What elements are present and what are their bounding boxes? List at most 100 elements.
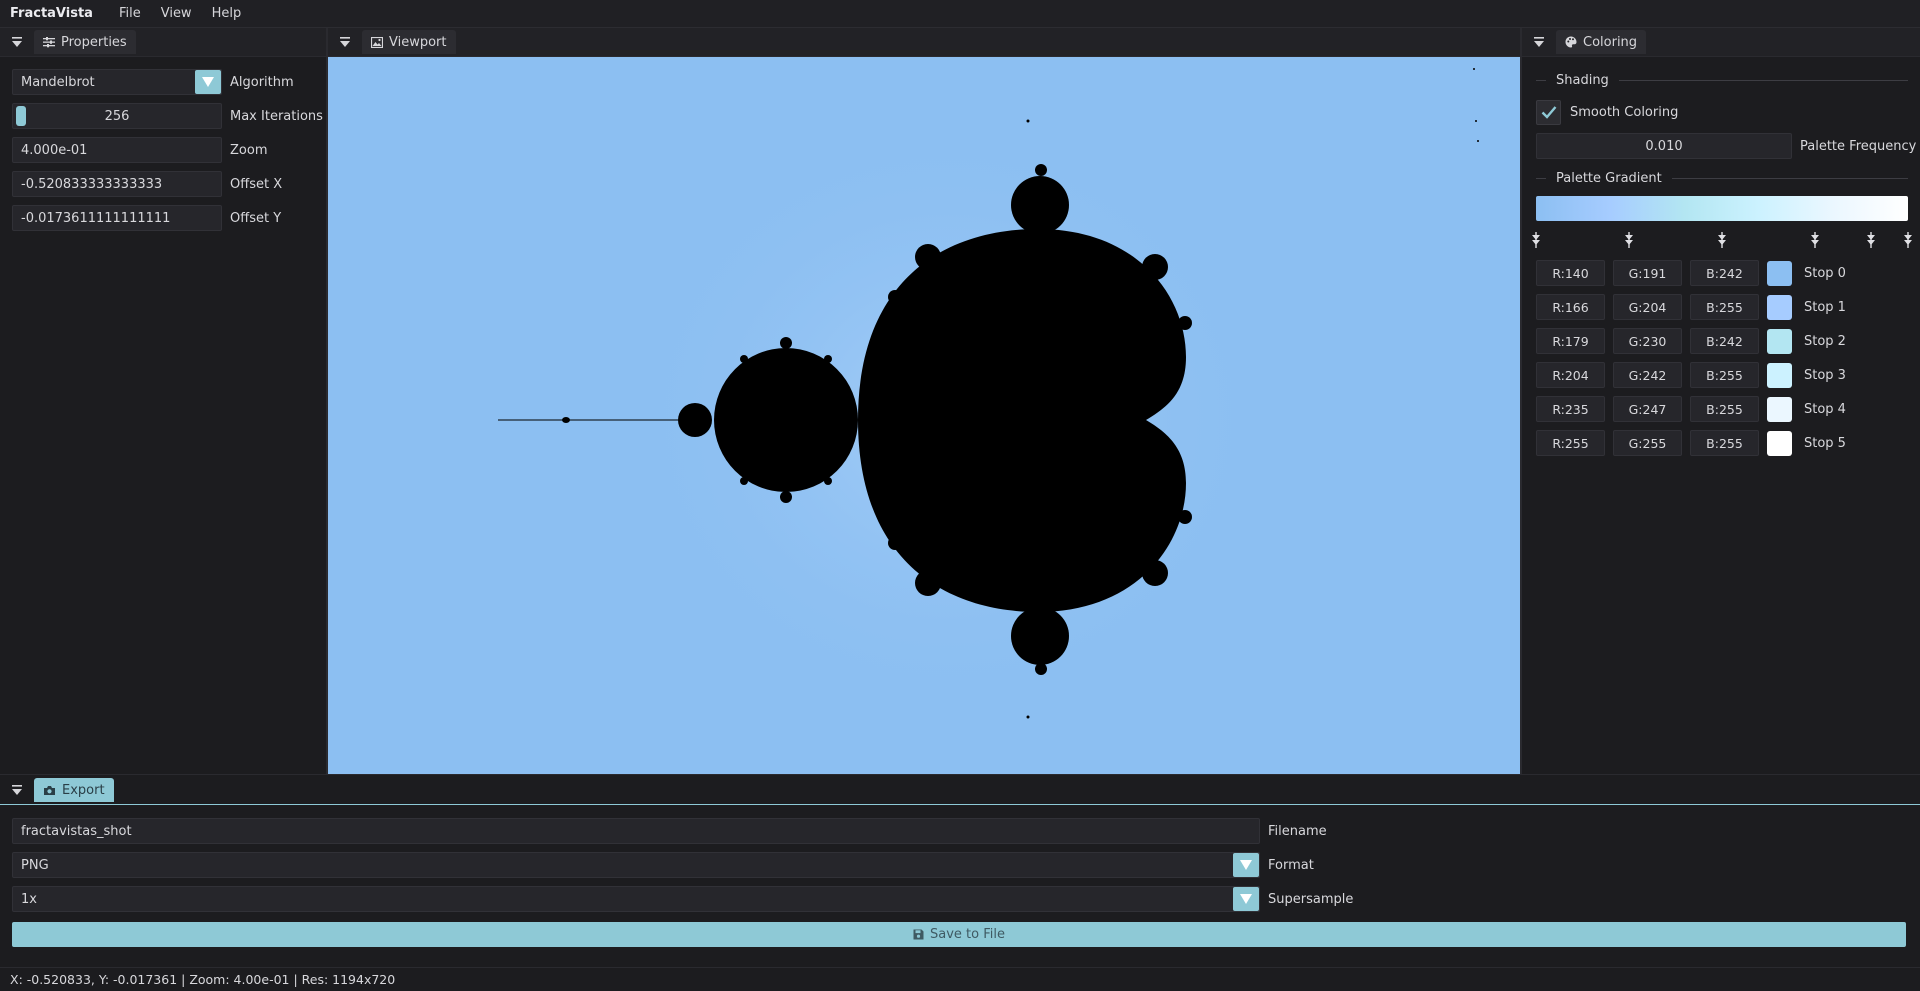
stop-1-swatch[interactable] [1767,294,1792,320]
stop-0-swatch[interactable] [1767,260,1792,286]
tab-export[interactable]: Export [34,778,114,802]
coloring-header: Coloring [1522,28,1920,57]
mandelbrot-render [328,57,1520,774]
stop-row: R:235 G:247 B:255 Stop 4 [1536,396,1846,422]
checkmark-icon [1541,106,1556,119]
algorithm-row: Mandelbrot Algorithm [12,69,294,95]
stop-3-red[interactable]: R:204 [1536,362,1605,388]
camera-icon [44,785,55,795]
stop-handle-0[interactable] [1530,232,1542,248]
tab-viewport-label: Viewport [389,34,447,50]
properties-collapse-button[interactable] [0,28,34,56]
divider [1618,79,1908,81]
menu-help[interactable]: Help [212,6,242,21]
stop-5-swatch[interactable] [1767,430,1792,456]
stop-2-blue[interactable]: B:242 [1690,328,1759,354]
stop-row: R:179 G:230 B:242 Stop 2 [1536,328,1846,354]
zoom-label: Zoom [230,142,268,158]
stop-3-blue[interactable]: B:255 [1690,362,1759,388]
stop-0-green[interactable]: G:191 [1613,260,1682,286]
filename-value: fractavistas_shot [21,823,132,839]
supersample-select[interactable]: 1x [12,886,1260,912]
offset-y-value: -0.0173611111111111 [21,210,171,226]
export-header: Export [0,775,1920,805]
menu-view[interactable]: View [161,6,192,21]
stop-handle-2[interactable] [1716,232,1728,248]
max-iterations-row: 256 Max Iterations [12,103,323,129]
smooth-coloring-label: Smooth Coloring [1570,104,1679,120]
supersample-dropdown-button[interactable] [1233,887,1259,911]
offset-x-row: -0.520833333333333 Offset X [12,171,282,197]
viewport-header: Viewport [328,28,1520,57]
stop-5-blue[interactable]: B:255 [1690,430,1759,456]
smooth-coloring-checkbox[interactable] [1536,99,1561,125]
filename-input[interactable]: fractavistas_shot [12,818,1260,844]
status-text: X: -0.520833, Y: -0.017361 | Zoom: 4.00e… [10,972,396,987]
palette-icon [1565,36,1577,48]
palette-frequency-input[interactable]: 0.010 [1536,133,1792,159]
fractal-canvas[interactable] [328,57,1520,774]
stop-0-red[interactable]: R:140 [1536,260,1605,286]
stop-2-green[interactable]: G:230 [1613,328,1682,354]
format-row: PNG Format [12,852,1314,878]
palette-gradient-section: Palette Gradient [1536,168,1908,188]
zoom-row: 4.000e-01 Zoom [12,137,267,163]
stop-1-blue[interactable]: B:255 [1690,294,1759,320]
palette-gradient-preview[interactable] [1536,196,1908,221]
export-collapse-button[interactable] [0,775,34,805]
stop-1-green[interactable]: G:204 [1613,294,1682,320]
offset-x-input[interactable]: -0.520833333333333 [12,171,222,197]
stop-4-swatch[interactable] [1767,396,1792,422]
coloring-collapse-button[interactable] [1522,28,1556,56]
slider-handle[interactable] [16,106,26,126]
menu-file[interactable]: File [119,6,141,21]
max-iterations-label: Max Iterations [230,108,323,124]
viewport-collapse-button[interactable] [328,28,362,56]
format-select[interactable]: PNG [12,852,1260,878]
stop-4-blue[interactable]: B:255 [1690,396,1759,422]
tab-viewport[interactable]: Viewport [362,30,456,54]
stop-2-red[interactable]: R:179 [1536,328,1605,354]
stop-5-red[interactable]: R:255 [1536,430,1605,456]
algorithm-dropdown-button[interactable] [195,70,221,94]
floppy-disk-icon [913,929,924,940]
stop-4-red[interactable]: R:235 [1536,396,1605,422]
max-iterations-value: 256 [104,108,130,124]
image-icon [371,36,383,48]
stop-row: R:140 G:191 B:242 Stop 0 [1536,260,1846,286]
stop-handle-5[interactable] [1902,232,1914,248]
stop-handle-4[interactable] [1865,232,1877,248]
stop-3-green[interactable]: G:242 [1613,362,1682,388]
status-bar: X: -0.520833, Y: -0.017361 | Zoom: 4.00e… [0,967,1920,991]
zoom-value: 4.000e-01 [21,142,88,158]
export-tab-underline [0,804,1920,805]
chevron-down-icon [1240,860,1252,870]
stop-handle-1[interactable] [1623,232,1635,248]
stop-2-swatch[interactable] [1767,328,1792,354]
algorithm-select[interactable]: Mandelbrot [12,69,222,95]
zoom-input[interactable]: 4.000e-01 [12,137,222,163]
filename-row: fractavistas_shot Filename [12,818,1327,844]
save-button-label: Save to File [930,927,1005,942]
tab-export-label: Export [62,782,105,798]
stop-handle-3[interactable] [1809,232,1821,248]
collapse-icon [340,37,350,47]
offset-y-input[interactable]: -0.0173611111111111 [12,205,222,231]
stop-5-green[interactable]: G:255 [1613,430,1682,456]
save-to-file-button[interactable]: Save to File [12,922,1906,947]
smooth-coloring-row: Smooth Coloring [1536,99,1679,125]
tab-coloring[interactable]: Coloring [1556,30,1647,54]
format-value: PNG [21,857,49,873]
stop-1-red[interactable]: R:166 [1536,294,1605,320]
stop-0-blue[interactable]: B:242 [1690,260,1759,286]
tab-properties[interactable]: Properties [34,30,136,54]
algorithm-value: Mandelbrot [21,74,95,90]
stop-4-green[interactable]: G:247 [1613,396,1682,422]
stop-3-swatch[interactable] [1767,362,1792,388]
sliders-icon [43,37,55,48]
format-dropdown-button[interactable] [1233,853,1259,877]
palette-frequency-row: 0.010 Palette Frequency [1536,133,1916,159]
stop-0-label: Stop 0 [1804,265,1846,281]
max-iterations-slider[interactable]: 256 [12,103,222,129]
stop-5-label: Stop 5 [1804,435,1846,451]
